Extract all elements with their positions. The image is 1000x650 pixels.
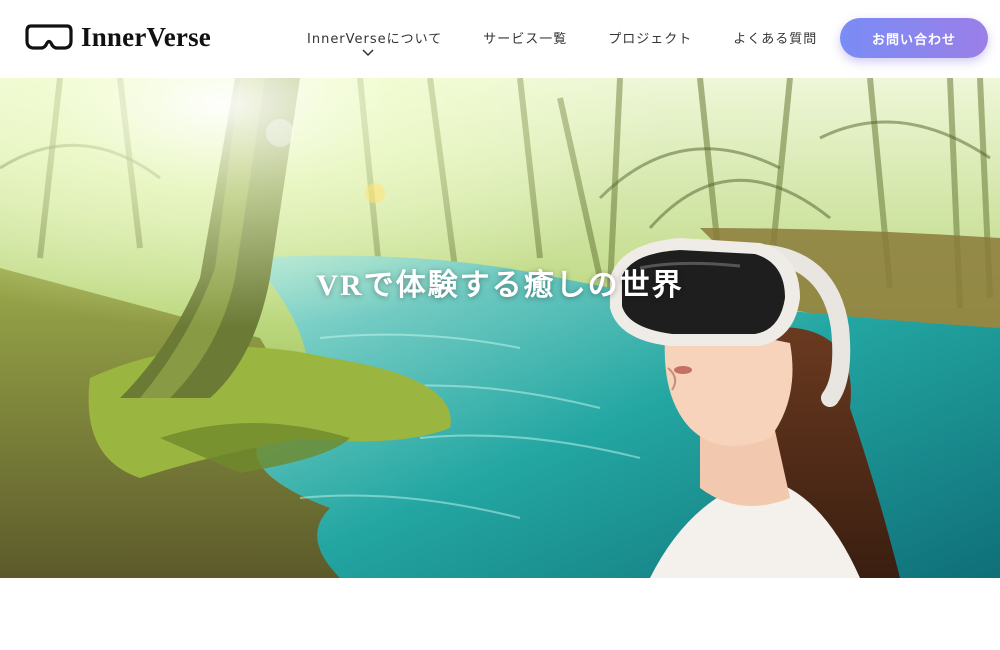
nav-item-faq[interactable]: よくある質問 [733, 28, 817, 47]
nav-item-services[interactable]: サービス一覧 [483, 28, 567, 47]
nav-item-label: よくある質問 [733, 32, 818, 47]
logo[interactable]: InnerVerse [25, 22, 211, 52]
main-nav: InnerVerseについて サービス一覧 プロジェクト よくある質問 [307, 28, 817, 57]
nav-item-label: InnerVerseについて [307, 32, 443, 47]
nav-item-about[interactable]: InnerVerseについて [307, 28, 443, 57]
content-section [0, 578, 1000, 650]
vr-goggles-icon [25, 23, 73, 51]
hero-image [0, 78, 1000, 578]
site-header: InnerVerse InnerVerseについて サービス一覧 プロジェクト … [0, 0, 1000, 78]
chevron-down-icon [362, 49, 374, 57]
nav-item-projects[interactable]: プロジェクト [608, 28, 692, 47]
hero-banner: VRで体験する癒しの世界 [0, 78, 1000, 578]
contact-button[interactable]: お問い合わせ [840, 18, 988, 58]
logo-text: InnerVerse [81, 21, 211, 52]
hero-title: VRで体験する癒しの世界 [316, 269, 684, 302]
nav-item-label: プロジェクト [608, 32, 693, 47]
nav-item-label: サービス一覧 [483, 32, 568, 47]
